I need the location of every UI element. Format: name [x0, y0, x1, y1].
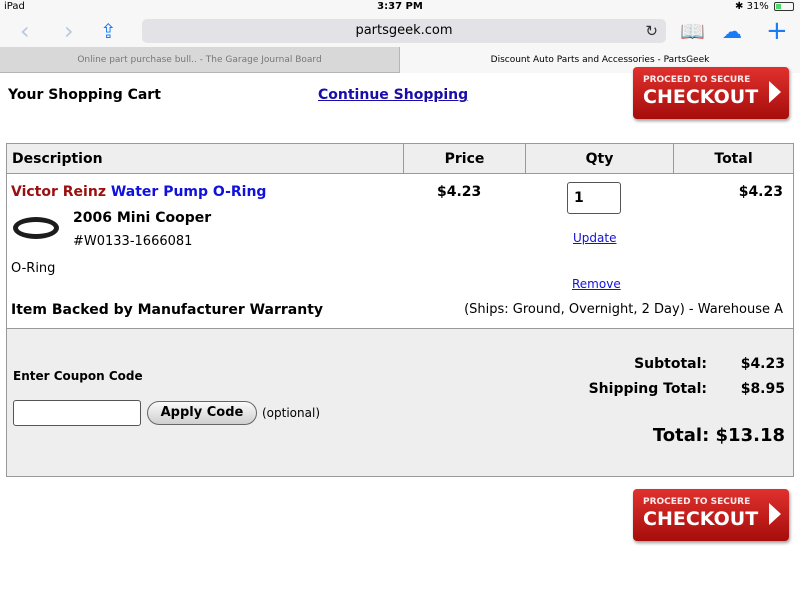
checkout-button-bottom[interactable]: PROCEED TO SECURE CHECKOUT: [633, 489, 789, 541]
address-bar[interactable]: partsgeek.com ↻: [142, 19, 666, 43]
battery-percent: 31%: [746, 1, 769, 12]
arrow-right-icon: [769, 81, 781, 103]
battery-icon: [774, 1, 794, 11]
part-type: O-Ring: [11, 261, 56, 276]
header-qty: Qty: [525, 144, 673, 174]
table-header: Description Price Qty Total: [7, 144, 793, 174]
cloud-tabs-icon[interactable]: ☁: [722, 17, 742, 45]
shipping-value: $8.95: [740, 381, 785, 397]
product-brand: Victor Reinz: [11, 184, 106, 200]
checkout-small-label: PROCEED TO SECURE: [643, 75, 751, 85]
checkout-big-label: CHECKOUT: [643, 508, 759, 530]
coupon-summary-section: Enter Coupon Code Apply Code (optional) …: [7, 328, 793, 476]
bookmarks-icon[interactable]: 📖: [680, 17, 705, 45]
page-content: Your Shopping Cart Continue Shopping PRO…: [0, 67, 800, 600]
header-description: Description: [12, 151, 103, 167]
shipping-label: Shipping Total:: [588, 381, 707, 397]
url-text: partsgeek.com: [355, 23, 453, 38]
apply-code-button[interactable]: Apply Code: [147, 401, 257, 425]
cart-table: Description Price Qty Total Victor Reinz…: [6, 143, 794, 477]
quantity-input[interactable]: [567, 182, 621, 214]
status-bar: iPad 3:37 PM ✱ 31%: [0, 0, 800, 15]
checkout-small-label: PROCEED TO SECURE: [643, 497, 751, 507]
grand-total: Total: $13.18: [652, 425, 785, 446]
item-total: $4.23: [738, 184, 783, 200]
header-total: Total: [673, 144, 793, 174]
browser-toolbar: ‹ › ⇪ partsgeek.com ↻ 📖 ☁ +: [0, 15, 800, 47]
back-icon[interactable]: ‹: [20, 17, 30, 45]
vehicle: 2006 Mini Cooper: [73, 210, 212, 226]
item-price: $4.23: [437, 184, 482, 200]
update-link[interactable]: Update: [573, 231, 616, 245]
coupon-input[interactable]: [13, 400, 141, 426]
arrow-right-icon: [769, 503, 781, 525]
checkout-big-label: CHECKOUT: [643, 86, 759, 108]
remove-link[interactable]: Remove: [572, 277, 621, 291]
optional-note: (optional): [262, 406, 320, 420]
bluetooth-icon: ✱: [735, 1, 744, 12]
continue-shopping-link[interactable]: Continue Shopping: [318, 87, 468, 103]
share-icon[interactable]: ⇪: [100, 17, 117, 45]
clock: 3:37 PM: [377, 1, 423, 12]
warranty-note: Item Backed by Manufacturer Warranty: [11, 302, 324, 318]
part-number: #W0133-1666081: [73, 234, 193, 249]
forward-icon[interactable]: ›: [64, 17, 74, 45]
product-title[interactable]: Victor Reinz Water Pump O-Ring: [11, 184, 266, 200]
new-tab-icon[interactable]: +: [766, 17, 788, 45]
product-name: Water Pump O-Ring: [110, 184, 267, 200]
subtotal-label: Subtotal:: [634, 356, 707, 372]
battery-status: ✱ 31%: [735, 1, 794, 12]
checkout-button[interactable]: PROCEED TO SECURE CHECKOUT: [633, 67, 789, 119]
o-ring-image: [13, 217, 59, 239]
reload-icon[interactable]: ↻: [645, 19, 658, 43]
header-price: Price: [403, 144, 525, 174]
coupon-label: Enter Coupon Code: [13, 369, 143, 383]
subtotal-value: $4.23: [740, 356, 785, 372]
shipping-info: (Ships: Ground, Overnight, 2 Day) - Ware…: [464, 302, 783, 317]
page-title: Your Shopping Cart: [8, 87, 161, 103]
tab-garage-journal[interactable]: Online part purchase bull.. - The Garage…: [0, 47, 400, 73]
